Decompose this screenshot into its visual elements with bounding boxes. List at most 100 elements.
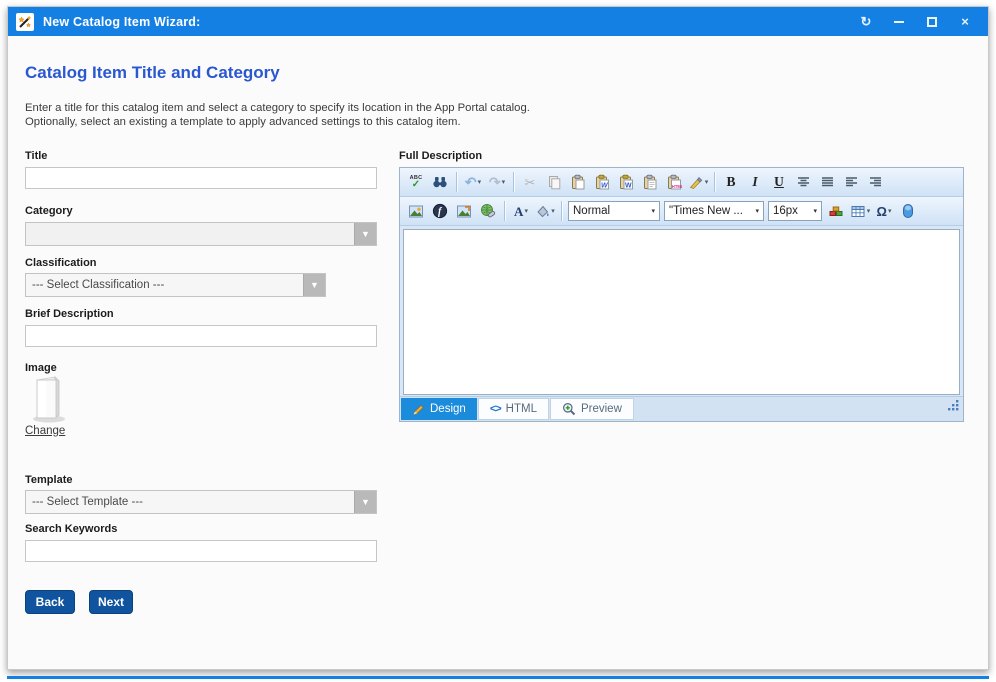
paste-as-html-button[interactable]: HTML bbox=[663, 171, 685, 193]
find-button[interactable] bbox=[429, 171, 451, 193]
chevron-down-icon: ▾ bbox=[478, 178, 482, 186]
italic-icon: I bbox=[752, 175, 757, 189]
copy-button[interactable] bbox=[543, 171, 565, 193]
bold-icon: B bbox=[726, 175, 735, 189]
css-class-button[interactable] bbox=[825, 200, 847, 222]
classification-select-value: --- Select Classification --- bbox=[26, 279, 303, 291]
align-center-button[interactable] bbox=[792, 171, 814, 193]
chevron-down-icon: ▾ bbox=[705, 178, 709, 186]
chevron-down-icon: ▾ bbox=[867, 207, 871, 215]
redo-button[interactable]: ↷ ▾ bbox=[486, 171, 508, 193]
chevron-down-icon: ▼ bbox=[310, 281, 319, 290]
font-family-select[interactable]: "Times New ... ▾ bbox=[664, 201, 764, 221]
paste-button[interactable] bbox=[567, 171, 589, 193]
insert-image-button[interactable] bbox=[405, 200, 427, 222]
tab-design[interactable]: Design bbox=[401, 398, 477, 420]
fill-color-button[interactable]: ▾ bbox=[534, 200, 556, 222]
italic-button[interactable]: I bbox=[744, 171, 766, 193]
wizard-window: New Catalog Item Wizard: ↻ × Catalog Ite… bbox=[7, 6, 989, 670]
back-button[interactable]: Back bbox=[25, 590, 75, 614]
template-select[interactable]: --- Select Template --- ▼ bbox=[25, 490, 377, 514]
flash-icon: f bbox=[432, 203, 448, 219]
paste-from-word-icon: W bbox=[594, 174, 610, 190]
category-select-arrow[interactable]: ▼ bbox=[354, 223, 376, 245]
spellcheck-icon: ABC✓ bbox=[410, 175, 423, 190]
tab-preview[interactable]: Preview bbox=[550, 398, 634, 420]
toolbar-separator bbox=[714, 172, 715, 192]
underline-button[interactable]: U bbox=[768, 171, 790, 193]
align-right-icon bbox=[868, 175, 883, 189]
omega-icon: Ω bbox=[877, 205, 887, 218]
image-icon bbox=[408, 204, 424, 219]
paragraph-style-value: Normal bbox=[573, 205, 610, 217]
category-label: Category bbox=[25, 205, 73, 217]
spellcheck-button[interactable]: ABC✓ bbox=[405, 171, 427, 193]
undo-icon: ↶ bbox=[465, 175, 477, 189]
font-size-value: 16px bbox=[773, 205, 798, 217]
format-stripper-icon bbox=[688, 174, 704, 190]
font-size-select[interactable]: 16px ▾ bbox=[768, 201, 822, 221]
undo-button[interactable]: ↶ ▾ bbox=[462, 171, 484, 193]
paste-icon bbox=[570, 174, 586, 190]
change-image-link[interactable]: Change bbox=[25, 425, 65, 437]
insert-hyperlink-button[interactable] bbox=[477, 200, 499, 222]
refresh-button[interactable]: ↻ bbox=[857, 13, 875, 31]
title-input[interactable] bbox=[25, 167, 377, 189]
insert-table-button[interactable]: ▾ bbox=[849, 200, 871, 222]
underline-icon: U bbox=[774, 175, 784, 189]
chevron-down-icon: ▾ bbox=[888, 207, 892, 215]
insert-flash-button[interactable]: f bbox=[429, 200, 451, 222]
wizard-wand-icon bbox=[16, 13, 34, 31]
scissors-icon: ✂ bbox=[525, 176, 536, 189]
bold-button[interactable]: B bbox=[720, 171, 742, 193]
classification-select[interactable]: --- Select Classification --- ▼ bbox=[25, 273, 326, 297]
chevron-down-icon: ▾ bbox=[813, 207, 817, 215]
editor-content-area[interactable] bbox=[403, 229, 960, 395]
align-justify-button[interactable] bbox=[816, 171, 838, 193]
search-keywords-input[interactable] bbox=[25, 540, 377, 562]
font-color-icon: A bbox=[514, 205, 523, 218]
paint-bucket-icon bbox=[535, 204, 550, 218]
chevron-down-icon: ▾ bbox=[755, 207, 759, 215]
next-button[interactable]: Next bbox=[89, 590, 133, 614]
close-button[interactable]: × bbox=[956, 13, 974, 31]
special-character-button[interactable]: Ω ▾ bbox=[873, 200, 895, 222]
editor-toolbar-row-1: ABC✓ ↶ ▾ ↷ ▾ bbox=[400, 168, 963, 197]
maximize-button[interactable] bbox=[923, 13, 941, 31]
window-title: New Catalog Item Wizard: bbox=[43, 15, 201, 29]
module-tool-button[interactable] bbox=[897, 200, 919, 222]
tab-html-label: HTML bbox=[506, 403, 537, 415]
chevron-down-icon: ▾ bbox=[551, 207, 555, 215]
binoculars-icon bbox=[432, 174, 448, 190]
font-color-button[interactable]: A ▾ bbox=[510, 200, 532, 222]
format-stripper-button[interactable]: ▾ bbox=[687, 171, 709, 193]
chevron-down-icon: ▾ bbox=[524, 207, 528, 215]
code-icon: <> bbox=[490, 403, 501, 415]
svg-text:W: W bbox=[625, 183, 632, 190]
minimize-button[interactable] bbox=[890, 13, 908, 31]
template-label: Template bbox=[25, 474, 72, 486]
description-line-2: Optionally, select an existing a templat… bbox=[25, 115, 530, 129]
tab-html[interactable]: <> HTML bbox=[478, 398, 549, 420]
template-select-arrow[interactable]: ▼ bbox=[354, 491, 376, 513]
brief-description-input[interactable] bbox=[25, 325, 377, 347]
classification-select-arrow[interactable]: ▼ bbox=[303, 274, 325, 296]
template-select-value: --- Select Template --- bbox=[26, 496, 354, 508]
category-select[interactable]: ▼ bbox=[25, 222, 377, 246]
toolbar-separator bbox=[513, 172, 514, 192]
title-bar: New Catalog Item Wizard: ↻ × bbox=[8, 7, 988, 36]
align-right-button[interactable] bbox=[864, 171, 886, 193]
module-tool-icon bbox=[901, 203, 915, 219]
paste-from-word-button[interactable]: W bbox=[591, 171, 613, 193]
insert-media-button[interactable] bbox=[453, 200, 475, 222]
cut-button[interactable]: ✂ bbox=[519, 171, 541, 193]
align-left-button[interactable] bbox=[840, 171, 862, 193]
paste-word-clean-icon: W bbox=[618, 174, 634, 190]
resize-grip[interactable] bbox=[946, 398, 960, 417]
paste-plain-text-button[interactable] bbox=[639, 171, 661, 193]
paste-as-html-icon: HTML bbox=[666, 174, 682, 190]
font-family-value: "Times New ... bbox=[669, 205, 743, 217]
paste-word-clean-button[interactable]: W bbox=[615, 171, 637, 193]
css-class-icon bbox=[828, 204, 844, 219]
paragraph-style-select[interactable]: Normal ▾ bbox=[568, 201, 660, 221]
